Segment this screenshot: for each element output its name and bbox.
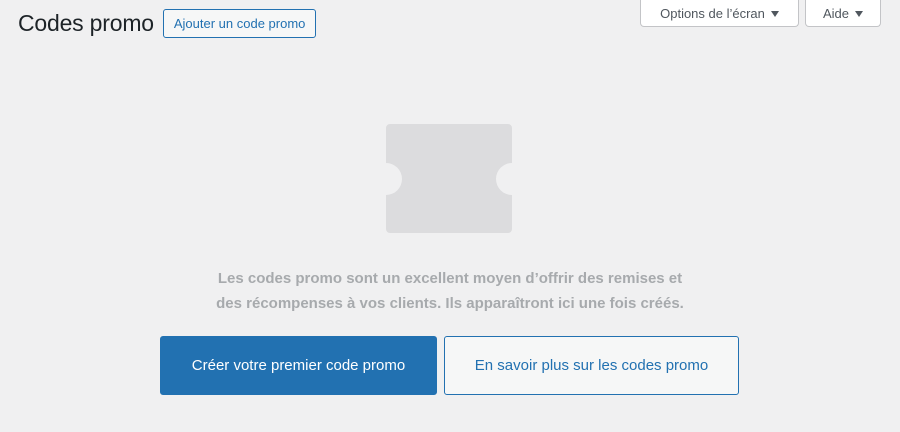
empty-state-message-line-2: des récompenses à vos clients. Ils appar… <box>216 295 684 312</box>
empty-state-message: Les codes promo sont un excellent moyen … <box>150 266 750 316</box>
page-header: Codes promo Ajouter un code promo <box>18 9 317 38</box>
add-coupon-button[interactable]: Ajouter un code promo <box>162 9 317 38</box>
empty-state-message-line-1: Les codes promo sont un excellent moyen … <box>217 270 683 287</box>
caret-down-icon <box>855 11 864 17</box>
coupon-ticket-icon <box>386 124 512 233</box>
create-first-coupon-button[interactable]: Créer votre premier code promo <box>160 336 437 395</box>
caret-down-icon <box>770 11 779 17</box>
help-label: Aide <box>822 5 850 21</box>
help-button[interactable]: Aide <box>805 0 881 27</box>
screen-options-label: Options de l’écran <box>660 5 765 21</box>
screen-meta-links: Options de l’écran Aide <box>640 0 881 27</box>
learn-more-coupons-button[interactable]: En savoir plus sur les codes promo <box>444 336 739 395</box>
screen-options-button[interactable]: Options de l’écran <box>640 0 799 27</box>
page-title: Codes promo <box>18 10 154 36</box>
